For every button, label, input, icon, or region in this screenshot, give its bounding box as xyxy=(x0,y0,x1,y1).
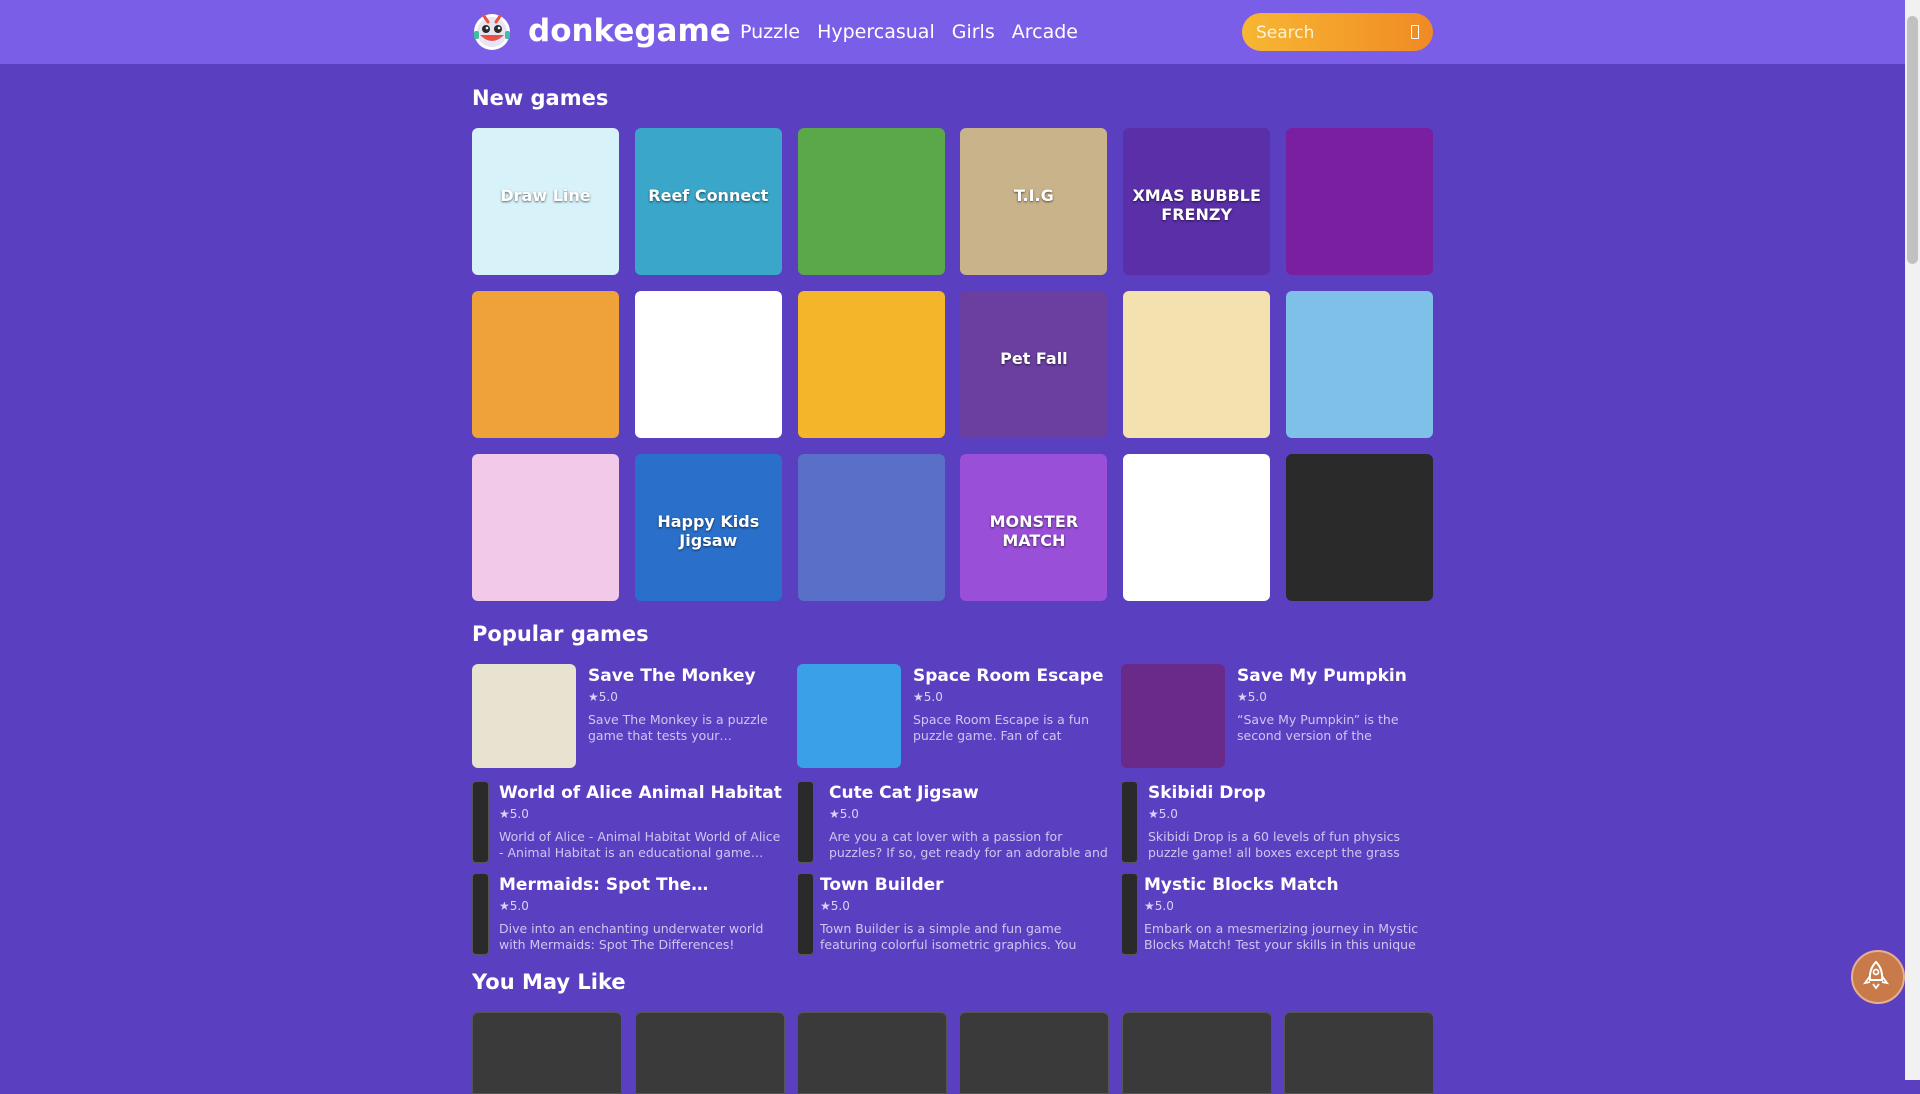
popular-game-item[interactable]: Save My Pumpkin ★5.0 “Save My Pumpkin” is … xyxy=(1121,664,1433,768)
nav-girls[interactable]: Girls xyxy=(952,20,995,44)
you-may-like-heading: You May Like xyxy=(472,970,626,994)
scrollbar-thumb[interactable] xyxy=(1907,16,1918,264)
new-game-thumbnail[interactable] xyxy=(797,454,945,601)
popular-game-thumbnail[interactable] xyxy=(472,664,576,768)
you-may-like-card[interactable] xyxy=(1122,1012,1272,1094)
search-icon[interactable] xyxy=(1411,25,1419,39)
you-may-like-card[interactable] xyxy=(1284,1012,1434,1094)
new-game-thumbnail[interactable]: Draw Line xyxy=(472,128,619,275)
new-game-thumbnail-label: MONSTER MATCH xyxy=(989,512,1079,550)
popular-game-rating: ★5.0 xyxy=(913,690,943,704)
page-scrollbar[interactable] xyxy=(1905,0,1920,1080)
popular-game-title[interactable]: Space Room Escape xyxy=(913,666,1103,686)
popular-game-item[interactable]: Mermaids: Spot The… ★5.0 Dive into an ench… xyxy=(472,873,784,955)
new-game-thumbnail[interactable] xyxy=(472,291,619,438)
popular-game-title[interactable]: Town Builder xyxy=(820,875,944,895)
popular-game-description: Town Builder is a simple and fun game fe… xyxy=(820,921,1077,952)
new-game-thumbnail[interactable] xyxy=(634,291,782,438)
popular-game-title[interactable]: World of Alice Animal Habitat xyxy=(499,783,782,803)
popular-game-thumbnail-placeholder[interactable] xyxy=(1121,873,1138,955)
new-game-thumbnail-label: Happy Kids Jigsaw xyxy=(657,512,760,550)
popular-game-thumbnail-placeholder[interactable] xyxy=(472,873,489,955)
popular-game-description: “Save My Pumpkin” is the second version … xyxy=(1237,712,1399,743)
popular-game-item[interactable]: World of Alice Animal Habitat ★5.0 World o… xyxy=(472,781,784,863)
popular-game-description: Embark on a mesmerizing journey in Mysti… xyxy=(1144,921,1419,952)
nav-arcade[interactable]: Arcade xyxy=(1012,20,1078,44)
new-game-thumbnail[interactable] xyxy=(1286,128,1433,275)
you-may-like-card[interactable] xyxy=(472,1012,622,1094)
popular-game-description: Dive into an enchanting underwater world… xyxy=(499,921,764,952)
new-game-thumbnail[interactable]: T.I.G xyxy=(960,128,1108,275)
site-name[interactable]: donkegame xyxy=(528,12,731,50)
top-navigation-bar: donkegame Puzzle Hypercasual Girls Arcad… xyxy=(0,0,1905,64)
popular-game-rating: ★5.0 xyxy=(1148,807,1178,821)
new-game-thumbnail[interactable] xyxy=(472,454,619,601)
new-game-thumbnail[interactable] xyxy=(1123,454,1271,601)
popular-game-item[interactable]: Mystic Blocks Match ★5.0 Embark on a mesme… xyxy=(1121,873,1433,955)
popular-game-item[interactable]: Town Builder ★5.0 Town Builder is a simple… xyxy=(797,873,1109,955)
popular-game-thumbnail-placeholder[interactable] xyxy=(797,781,814,863)
popular-game-thumbnail-placeholder[interactable] xyxy=(1121,781,1138,863)
popular-game-rating: ★5.0 xyxy=(1144,899,1174,913)
popular-game-description: Skibidi Drop is a 60 levels of fun physi… xyxy=(1148,829,1401,860)
new-game-thumbnail[interactable]: Reef Connect xyxy=(634,128,782,275)
popular-game-thumbnail-placeholder[interactable] xyxy=(797,873,814,955)
new-game-thumbnail[interactable]: Pet Fall xyxy=(960,291,1108,438)
popular-game-item[interactable]: Space Room Escape ★5.0 Space Room Escape i… xyxy=(797,664,1109,768)
popular-game-rating: ★5.0 xyxy=(1237,690,1267,704)
popular-game-title[interactable]: Skibidi Drop xyxy=(1148,783,1266,803)
popular-game-rating: ★5.0 xyxy=(499,899,529,913)
popular-game-description: Space Room Escape is a fun puzzle game. … xyxy=(913,712,1090,743)
popular-game-thumbnail[interactable] xyxy=(797,664,901,768)
new-game-thumbnail-label: XMAS BUBBLE FRENZY xyxy=(1132,186,1261,224)
search-box xyxy=(1242,13,1433,53)
new-games-heading: New games xyxy=(472,86,609,110)
popular-game-rating: ★5.0 xyxy=(820,899,850,913)
new-game-thumbnail-label: T.I.G xyxy=(1014,186,1054,205)
rocket-icon xyxy=(1862,960,1890,990)
popular-game-item[interactable]: Cute Cat Jigsaw ★5.0 Are you a cat lover w… xyxy=(797,781,1109,863)
rocket-scroll-top-button[interactable] xyxy=(1851,950,1905,1004)
you-may-like-card[interactable] xyxy=(635,1012,785,1094)
popular-game-description: Save The Monkey is a puzzle game that te… xyxy=(588,712,768,743)
new-game-thumbnail-label: Pet Fall xyxy=(1000,349,1068,368)
popular-game-thumbnail-placeholder[interactable] xyxy=(472,781,489,863)
new-game-thumbnail-label: Draw Line xyxy=(500,186,591,205)
popular-game-item[interactable]: Save The Monkey ★5.0 Save The Monkey is a … xyxy=(472,664,784,768)
you-may-like-card[interactable] xyxy=(959,1012,1109,1094)
new-game-thumbnail[interactable] xyxy=(1286,454,1433,601)
popular-game-thumbnail[interactable] xyxy=(1121,664,1225,768)
search-input[interactable] xyxy=(1254,13,1408,53)
popular-game-title[interactable]: Mermaids: Spot The… xyxy=(499,875,708,895)
popular-game-rating: ★5.0 xyxy=(588,690,618,704)
new-game-thumbnail[interactable] xyxy=(797,128,945,275)
new-game-thumbnail-label: Reef Connect xyxy=(648,186,769,205)
nav-hypercasual[interactable]: Hypercasual xyxy=(817,20,935,44)
popular-game-description: World of Alice - Animal Habitat World of… xyxy=(499,829,781,860)
popular-game-rating: ★5.0 xyxy=(499,807,529,821)
nav-puzzle[interactable]: Puzzle xyxy=(740,20,800,44)
you-may-like-card[interactable] xyxy=(797,1012,947,1094)
main-nav: Puzzle Hypercasual Girls Arcade xyxy=(740,20,1078,44)
new-game-thumbnail[interactable] xyxy=(797,291,945,438)
new-game-thumbnail[interactable]: Happy Kids Jigsaw xyxy=(634,454,782,601)
popular-game-title[interactable]: Cute Cat Jigsaw xyxy=(829,783,979,803)
new-game-thumbnail[interactable]: XMAS BUBBLE FRENZY xyxy=(1123,128,1271,275)
donkegame-logo-icon[interactable] xyxy=(472,11,512,51)
popular-game-description: Are you a cat lover with a passion for p… xyxy=(829,829,1108,860)
header-inner: donkegame Puzzle Hypercasual Girls Arcad… xyxy=(472,0,1433,64)
popular-game-rating: ★5.0 xyxy=(829,807,859,821)
popular-game-title[interactable]: Save My Pumpkin xyxy=(1237,666,1407,686)
popular-games-heading: Popular games xyxy=(472,622,649,646)
popular-game-item[interactable]: Skibidi Drop ★5.0 Skibidi Drop is a 60 lev… xyxy=(1121,781,1433,863)
new-game-thumbnail[interactable] xyxy=(1123,291,1271,438)
new-game-thumbnail[interactable]: MONSTER MATCH xyxy=(960,454,1108,601)
popular-game-title[interactable]: Save The Monkey xyxy=(588,666,756,686)
new-game-thumbnail[interactable] xyxy=(1286,291,1433,438)
popular-game-title[interactable]: Mystic Blocks Match xyxy=(1144,875,1339,895)
